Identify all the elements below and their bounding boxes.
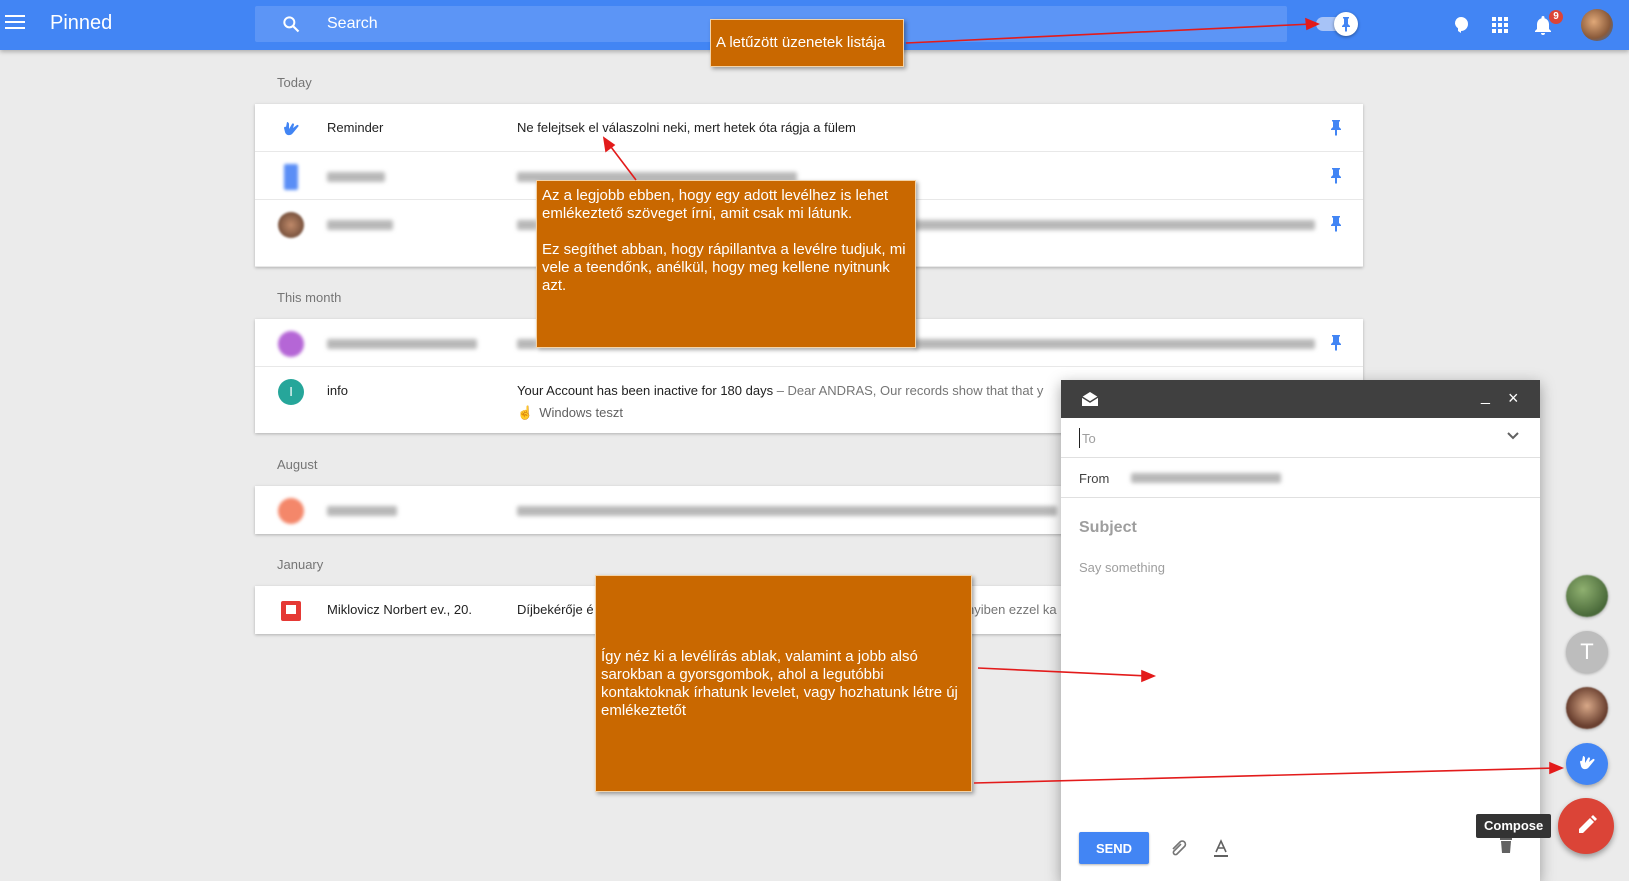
trash-icon[interactable] — [1499, 836, 1513, 854]
chevron-down-icon[interactable] — [1507, 432, 1519, 440]
blurred-snippet — [915, 339, 1315, 349]
page-title: Pinned — [50, 12, 113, 34]
search-icon[interactable] — [281, 14, 301, 34]
text-format-icon[interactable] — [1213, 838, 1229, 858]
subject: Díjbekérője é — [517, 602, 594, 617]
sender-name: info — [327, 383, 348, 398]
compose-window: _ × From SEND — [1061, 380, 1540, 881]
compose-header: _ × — [1061, 380, 1540, 418]
avatar — [278, 212, 304, 238]
menu-icon[interactable] — [5, 15, 25, 31]
blurred-subject — [517, 220, 537, 230]
blurred-sender — [327, 339, 477, 349]
snippet-text: nyiben ezzel ka — [967, 602, 1057, 617]
invoice-app-icon — [281, 601, 301, 621]
paperclip-icon[interactable] — [1169, 838, 1191, 858]
section-january: January — [277, 557, 324, 572]
to-field[interactable] — [1079, 428, 1479, 448]
sender-name: Miklovicz Norbert ev., 20. — [327, 602, 472, 617]
blurred-from-address[interactable] — [1131, 473, 1281, 483]
avatar — [278, 331, 304, 357]
subject: Your Account has been inactive for 180 d… — [517, 383, 1057, 398]
annotation-paragraph: Ez segíthet abban, hogy rápillantva a le… — [542, 241, 906, 294]
to-row — [1061, 418, 1540, 458]
list-item[interactable]: Reminder Ne felejtsek el válaszolni neki… — [255, 104, 1363, 152]
from-label: From — [1079, 471, 1110, 486]
pencil-icon — [1579, 815, 1597, 833]
section-today: Today — [277, 75, 312, 90]
section-august: August — [277, 457, 318, 472]
reminder-chip-text: Windows teszt — [539, 405, 623, 420]
recent-contact-avatar[interactable] — [1566, 687, 1608, 729]
recent-contact-avatar[interactable] — [1566, 575, 1608, 617]
blurred-sender — [327, 506, 397, 516]
new-reminder-button[interactable] — [1566, 743, 1608, 785]
message-body[interactable] — [1079, 560, 1519, 780]
reminder-hand-icon — [1580, 756, 1595, 770]
blurred-subject — [517, 506, 1057, 516]
reminder-hand-icon — [284, 122, 299, 136]
sender-name: Reminder — [327, 120, 384, 135]
pin-icon[interactable] — [1329, 334, 1343, 352]
pin-icon[interactable] — [1329, 119, 1343, 137]
annotation-reminder-note: Az a legjobb ebben, hogy egy adott levél… — [536, 180, 916, 348]
notification-badge: 9 — [1549, 10, 1563, 24]
close-button[interactable]: × — [1508, 388, 1519, 409]
apps-grid-icon[interactable] — [1488, 13, 1512, 37]
subject: Ne felejtsek el válaszolni neki, mert he… — [517, 120, 856, 135]
from-row: From — [1061, 458, 1540, 498]
snippet-text: – Dear ANDRAS, Our records show that tha… — [773, 383, 1044, 398]
envelope-icon — [1081, 392, 1099, 406]
pinned-toggle[interactable] — [1316, 12, 1366, 36]
blurred-snippet — [915, 220, 1315, 230]
reminder-hand-icon: ☝ — [517, 405, 534, 420]
reminder-bulb-icon[interactable] — [1449, 13, 1473, 37]
blurred-sender — [327, 172, 385, 182]
annotation-pinned-list: A letűzött üzenetek listája — [710, 19, 904, 67]
pin-icon[interactable] — [1329, 167, 1343, 185]
minimize-button[interactable]: _ — [1481, 388, 1490, 406]
subject-text: Your Account has been inactive for 180 d… — [517, 383, 774, 398]
recent-contact-avatar[interactable]: T — [1566, 631, 1608, 673]
reminder-chip: ☝ Windows teszt — [517, 405, 623, 421]
annotation-paragraph: Az a legjobb ebben, hogy egy adott levél… — [542, 187, 889, 222]
blurred-subject — [517, 339, 537, 349]
subject-field[interactable] — [1079, 516, 1519, 540]
avatar[interactable] — [1581, 9, 1613, 41]
toggle-thumb[interactable] — [1334, 12, 1358, 36]
avatar: I — [278, 379, 304, 405]
annotation-compose-note: Így néz ki a levélírás ablak, valamint a… — [595, 575, 972, 792]
send-button[interactable]: SEND — [1079, 832, 1149, 864]
pin-icon — [1342, 17, 1350, 32]
blurred-sender — [327, 220, 393, 230]
avatar — [278, 498, 304, 524]
compose-tooltip: Compose — [1476, 814, 1552, 838]
avatar — [284, 164, 298, 190]
compose-button[interactable] — [1558, 798, 1614, 854]
pin-icon[interactable] — [1329, 215, 1343, 233]
section-this-month: This month — [277, 290, 342, 305]
